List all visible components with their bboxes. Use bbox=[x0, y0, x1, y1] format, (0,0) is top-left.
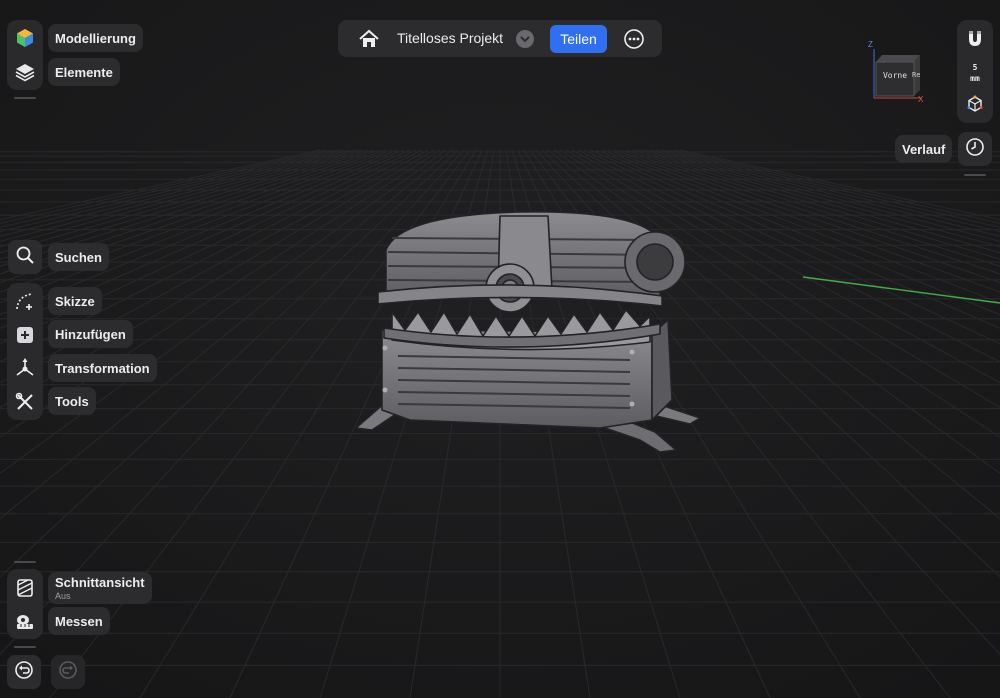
home-icon[interactable] bbox=[358, 28, 380, 50]
redo-button[interactable] bbox=[51, 655, 85, 689]
tools-icon[interactable] bbox=[14, 391, 36, 413]
history-button[interactable] bbox=[958, 132, 992, 166]
measure-icon[interactable] bbox=[14, 611, 36, 633]
chest-model[interactable] bbox=[355, 211, 701, 453]
view-cube[interactable]: Z X Vorne Re bbox=[866, 40, 930, 106]
section-view-icon[interactable] bbox=[14, 577, 36, 599]
section-view-state: Aus bbox=[55, 591, 71, 601]
grid-size[interactable]: 5 mm bbox=[957, 62, 993, 84]
elements-label[interactable]: Elemente bbox=[48, 58, 120, 86]
search-label[interactable]: Suchen bbox=[48, 243, 109, 271]
axis-x-label: X bbox=[918, 95, 924, 104]
view-cube-front-label: Vorne bbox=[882, 71, 908, 80]
layers-icon[interactable] bbox=[14, 61, 36, 83]
modeling-label[interactable]: Modellierung bbox=[48, 24, 143, 52]
more-options-icon[interactable] bbox=[623, 28, 645, 50]
separator bbox=[14, 646, 36, 648]
section-view-title: Schnittansicht bbox=[55, 575, 145, 590]
magnet-icon[interactable] bbox=[964, 28, 986, 50]
view-cube-right-label: Re bbox=[912, 71, 921, 79]
section-view-label[interactable]: Schnittansicht Aus bbox=[48, 572, 152, 604]
separator bbox=[14, 97, 36, 99]
sketch-icon[interactable] bbox=[14, 290, 36, 312]
search-button[interactable] bbox=[8, 240, 42, 274]
transform-label[interactable]: Transformation bbox=[48, 354, 157, 382]
grid-size-value: 5 bbox=[972, 63, 978, 72]
grid-size-unit: mm bbox=[970, 74, 980, 83]
add-icon[interactable] bbox=[14, 324, 36, 346]
project-title[interactable]: Titelloses Projekt bbox=[397, 30, 503, 46]
separator bbox=[964, 174, 986, 176]
project-toolbar: Titelloses Projekt Teilen bbox=[338, 20, 662, 57]
history-label[interactable]: Verlauf bbox=[895, 135, 953, 163]
add-label[interactable]: Hinzufügen bbox=[48, 320, 133, 348]
sketch-label[interactable]: Skizze bbox=[48, 287, 102, 315]
transform-icon[interactable] bbox=[14, 357, 36, 379]
axis-z-label: Z bbox=[868, 40, 873, 49]
measure-label[interactable]: Messen bbox=[48, 607, 110, 635]
modeling-icon[interactable] bbox=[14, 27, 36, 49]
share-button[interactable]: Teilen bbox=[550, 25, 607, 53]
undo-icon bbox=[14, 660, 34, 685]
redo-icon bbox=[58, 660, 78, 685]
chevron-down-icon[interactable] bbox=[516, 30, 534, 48]
undo-button[interactable] bbox=[7, 655, 41, 689]
tools-label[interactable]: Tools bbox=[48, 387, 96, 415]
snap-cube-icon[interactable] bbox=[965, 94, 985, 114]
search-icon bbox=[15, 245, 35, 270]
separator bbox=[14, 561, 36, 563]
clock-icon bbox=[965, 137, 985, 162]
